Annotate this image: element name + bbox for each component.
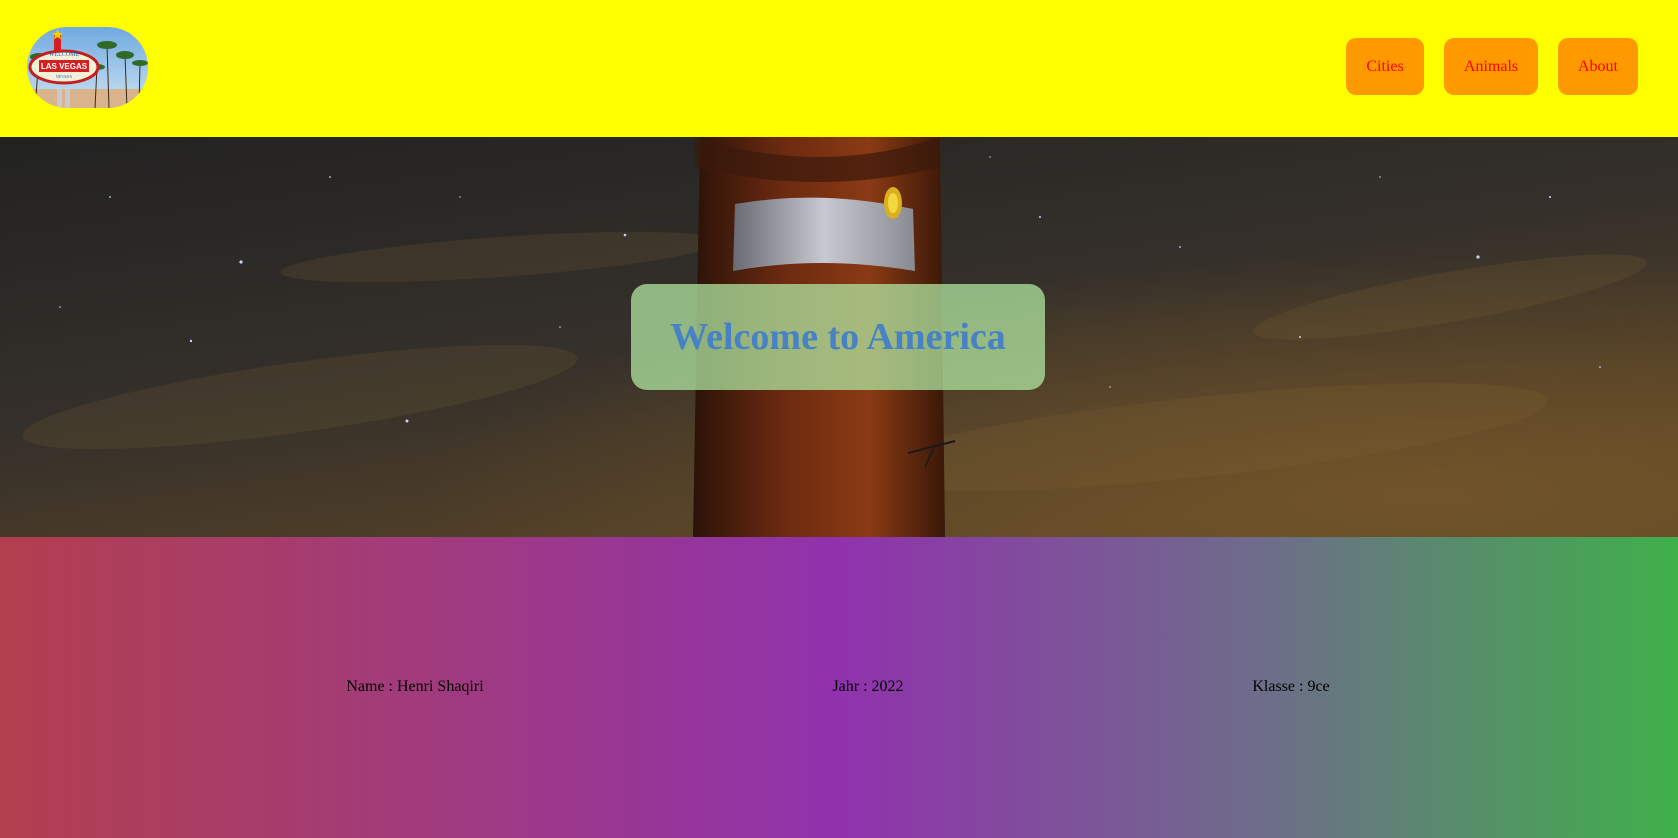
year-info: Jahr : 2022 bbox=[832, 678, 904, 695]
nav-cities-button[interactable]: Cities bbox=[1346, 38, 1424, 95]
las-vegas-sign-icon: WELCOME LAS VEGAS NEVADA bbox=[27, 27, 148, 108]
site-header: WELCOME LAS VEGAS NEVADA Cities Animals … bbox=[0, 0, 1678, 137]
site-footer: Name : Henri Shaqiri Jahr : 2022 Klasse … bbox=[0, 537, 1678, 838]
welcome-banner: Welcome to America bbox=[631, 284, 1045, 390]
svg-text:WELCOME: WELCOME bbox=[49, 52, 80, 58]
nav-animals-button[interactable]: Animals bbox=[1444, 38, 1538, 95]
author-name: Name : Henri Shaqiri bbox=[346, 678, 484, 695]
svg-text:LAS VEGAS: LAS VEGAS bbox=[41, 62, 88, 71]
hero-section: Welcome to America bbox=[0, 137, 1678, 537]
nav-cities-label: Cities bbox=[1366, 57, 1404, 75]
nav-about-label: About bbox=[1578, 57, 1618, 75]
las-vegas-logo-image[interactable]: WELCOME LAS VEGAS NEVADA bbox=[27, 27, 148, 108]
nav-about-button[interactable]: About bbox=[1558, 38, 1638, 95]
welcome-title: Welcome to America bbox=[670, 316, 1006, 358]
svg-text:NEVADA: NEVADA bbox=[56, 74, 72, 79]
nav-animals-label: Animals bbox=[1463, 57, 1519, 75]
class-info: Klasse : 9ce bbox=[1252, 678, 1330, 695]
